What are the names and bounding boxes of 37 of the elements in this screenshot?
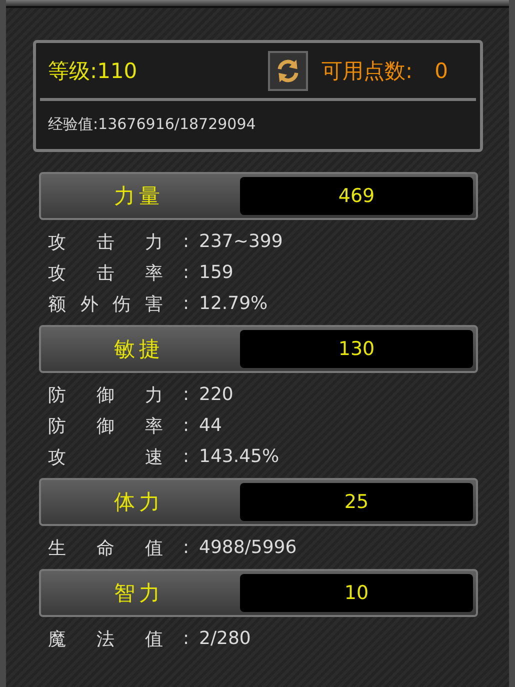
stat-label: 攻 击 率 [48,262,163,284]
attribute-value: 10 [240,574,473,612]
experience-text: 经验值:13676916/18729094 [47,114,257,135]
stat-value: 143.45% [199,446,280,467]
attribute-value: 130 [240,330,473,368]
stat-value: 12.79% [199,293,268,314]
attribute-name: 力量 [113,183,165,210]
stat-colon: : [183,293,190,314]
stat-value: 4988/5996 [199,537,297,558]
stat-value: 44 [199,415,222,436]
stat-value: 237~399 [199,231,283,252]
stat-value: 159 [199,262,234,283]
stat-value: 2/280 [199,628,251,649]
stat-colon: : [183,262,190,283]
stat-label: 攻 击 力 [48,230,163,254]
stat-colon: : [183,415,190,436]
attribute-name: 智力 [113,580,165,607]
stat-colon: : [183,628,190,649]
stat-label: 生 命 值 [48,536,163,560]
attribute-value: 25 [240,483,473,521]
level-text: 等级:110 [48,58,138,84]
stat-label: 魔 法 值 [48,628,163,650]
stat-label: 防 御 力 [48,384,163,406]
attribute-name: 敏捷 [113,336,165,363]
stat-colon: : [183,446,190,467]
points-value: 0 [434,58,448,82]
stat-colon: : [183,231,190,252]
attribute-value: 469 [240,177,473,215]
stat-label: 防 御 率 [48,414,163,438]
stat-label: 额 外 伤 害 [48,292,163,316]
stat-colon: : [183,537,190,558]
points-label: 可用点数: [322,58,413,84]
refresh-button[interactable] [268,50,308,90]
stat-value: 220 [199,384,234,405]
stat-colon: : [183,384,190,405]
stat-label: 攻 速 [48,446,163,468]
attribute-name: 体力 [113,489,165,516]
